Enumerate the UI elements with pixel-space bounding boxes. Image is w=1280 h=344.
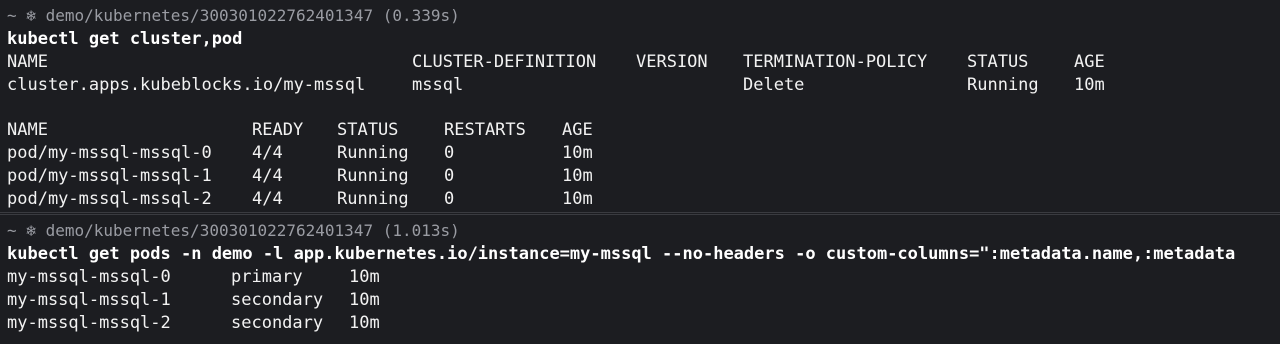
cluster-age: 10m [1074,75,1105,95]
pod-row-age: 10m [562,143,593,163]
cluster-status: Running [967,75,1039,95]
prompt-line: ~ ❄ demo/kubernetes/300301022762401347 (… [7,5,460,27]
pod-name: my-mssql-mssql-1 [7,290,171,310]
pod-row-ready: 4/4 [252,189,283,209]
pod-age: 10m [349,290,380,310]
pod-row-restarts: 0 [444,189,455,209]
pod-role: secondary [231,290,324,310]
prompt-duration: (1.013s) [382,221,460,240]
pod-row-status: Running [337,189,409,209]
pod-header-ready: READY [252,120,304,140]
pod-age: 10m [349,267,380,287]
pod-row-name: pod/my-mssql-mssql-2 [7,189,212,209]
pod-role: secondary [231,313,324,333]
cluster-name: cluster.apps.kubeblocks.io/my-mssql [7,75,366,95]
pod-row-age: 10m [562,189,593,209]
col-header-age: AGE [1074,52,1105,72]
col-header-termination-policy: TERMINATION-POLICY [743,52,928,72]
cluster-definition: mssql [412,75,464,95]
pod-age: 10m [349,313,380,333]
command-line[interactable]: kubectl get pods -n demo -l app.kubernet… [7,243,1280,265]
pod-header-status: STATUS [337,120,399,140]
pod-name: my-mssql-mssql-2 [7,313,171,333]
pod-row-ready: 4/4 [252,143,283,163]
pod-row-status: Running [337,143,409,163]
col-header-status: STATUS [967,52,1029,72]
pod-row-name: pod/my-mssql-mssql-1 [7,166,212,186]
terminal-block-2: ~ ❄ demo/kubernetes/300301022762401347 (… [0,214,1280,344]
cluster-termination-policy: Delete [743,75,805,95]
col-header-name: NAME [7,52,48,72]
home-tilde: ~ [7,6,17,25]
command-line[interactable]: kubectl get cluster,pod [7,28,242,50]
pod-row-restarts: 0 [444,166,455,186]
col-header-version: VERSION [636,52,708,72]
pod-row-ready: 4/4 [252,166,283,186]
snowflake-kubernetes-icon: ❄ [26,221,36,240]
pod-row-restarts: 0 [444,143,455,163]
pod-row-status: Running [337,166,409,186]
prompt-path: demo/kubernetes/300301022762401347 [45,6,374,25]
pod-row-name: pod/my-mssql-mssql-0 [7,143,212,163]
pod-header-restarts: RESTARTS [444,120,526,140]
pod-row-age: 10m [562,166,593,186]
terminal-block-1: ~ ❄ demo/kubernetes/300301022762401347 (… [0,0,1280,213]
pod-name: my-mssql-mssql-0 [7,267,171,287]
pod-header-name: NAME [7,120,48,140]
pod-role: primary [231,267,303,287]
prompt-duration: (0.339s) [382,6,460,25]
prompt-path: demo/kubernetes/300301022762401347 [45,221,374,240]
pod-header-age: AGE [562,120,593,140]
home-tilde: ~ [7,221,17,240]
col-header-cluster-definition: CLUSTER-DEFINITION [412,52,597,72]
prompt-line: ~ ❄ demo/kubernetes/300301022762401347 (… [7,220,460,242]
snowflake-kubernetes-icon: ❄ [26,6,36,25]
